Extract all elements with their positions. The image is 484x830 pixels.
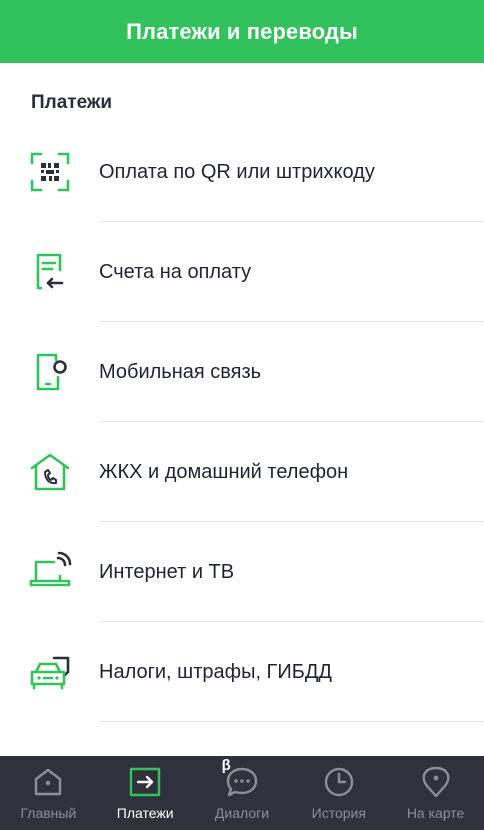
- tab-label: Диалоги: [214, 805, 270, 821]
- section-title: Платежи: [31, 92, 113, 113]
- beta-badge: β: [221, 757, 231, 774]
- tab-dialogs[interactable]: β Диалоги: [194, 756, 291, 830]
- qr-code-icon: [26, 148, 74, 196]
- list-item-label: Налоги, штрафы, ГИБДД: [99, 660, 332, 683]
- car-icon: [26, 648, 74, 696]
- tab-label: Главный: [20, 805, 77, 821]
- invoice-icon: [26, 248, 74, 296]
- list-item-label: Мобильная связь: [99, 360, 262, 383]
- house-phone-icon: [26, 448, 74, 496]
- list-item-invoices[interactable]: Счета на оплату: [0, 222, 484, 322]
- mobile-phone-icon: [26, 348, 74, 396]
- tab-history[interactable]: История: [290, 756, 387, 830]
- laptop-wifi-icon: [26, 548, 74, 596]
- tab-home[interactable]: Главный: [0, 756, 97, 830]
- list-item-label: ЖКХ и домашний телефон: [99, 460, 349, 483]
- map-pin-icon: [419, 765, 453, 799]
- list-item-label: Оплата по QR или штрихкоду: [99, 160, 375, 183]
- tab-label: Платежи: [116, 805, 174, 821]
- tab-label: История: [311, 805, 366, 821]
- list-item-taxes-fines[interactable]: Налоги, штрафы, ГИБДД: [0, 622, 484, 722]
- tab-label: На карте: [406, 805, 465, 821]
- list-item-label: Счета на оплату: [99, 260, 252, 283]
- list-item-label: Интернет и ТВ: [99, 560, 235, 583]
- list-item-mobile[interactable]: Мобильная связь: [0, 322, 484, 422]
- payments-arrow-icon: [128, 765, 162, 799]
- divider: [99, 721, 484, 722]
- tab-map[interactable]: На карте: [387, 756, 484, 830]
- payments-list: Оплата по QR или штрихкоду Счета на опла…: [0, 122, 484, 722]
- clock-icon: [322, 765, 356, 799]
- list-item-utilities[interactable]: ЖКХ и домашний телефон: [0, 422, 484, 522]
- app-screen: Платежи и переводы Платежи Оплата по QR …: [0, 0, 484, 830]
- tab-payments[interactable]: Платежи: [97, 756, 194, 830]
- list-item-internet-tv[interactable]: Интернет и ТВ: [0, 522, 484, 622]
- list-item-qr-payment[interactable]: Оплата по QR или штрихкоду: [0, 122, 484, 222]
- page-title: Платежи и переводы: [126, 18, 358, 44]
- tab-bar: Главный Платежи β Диалоги История На кар…: [0, 756, 484, 830]
- header: Платежи и переводы: [0, 0, 484, 63]
- home-icon: [31, 765, 65, 799]
